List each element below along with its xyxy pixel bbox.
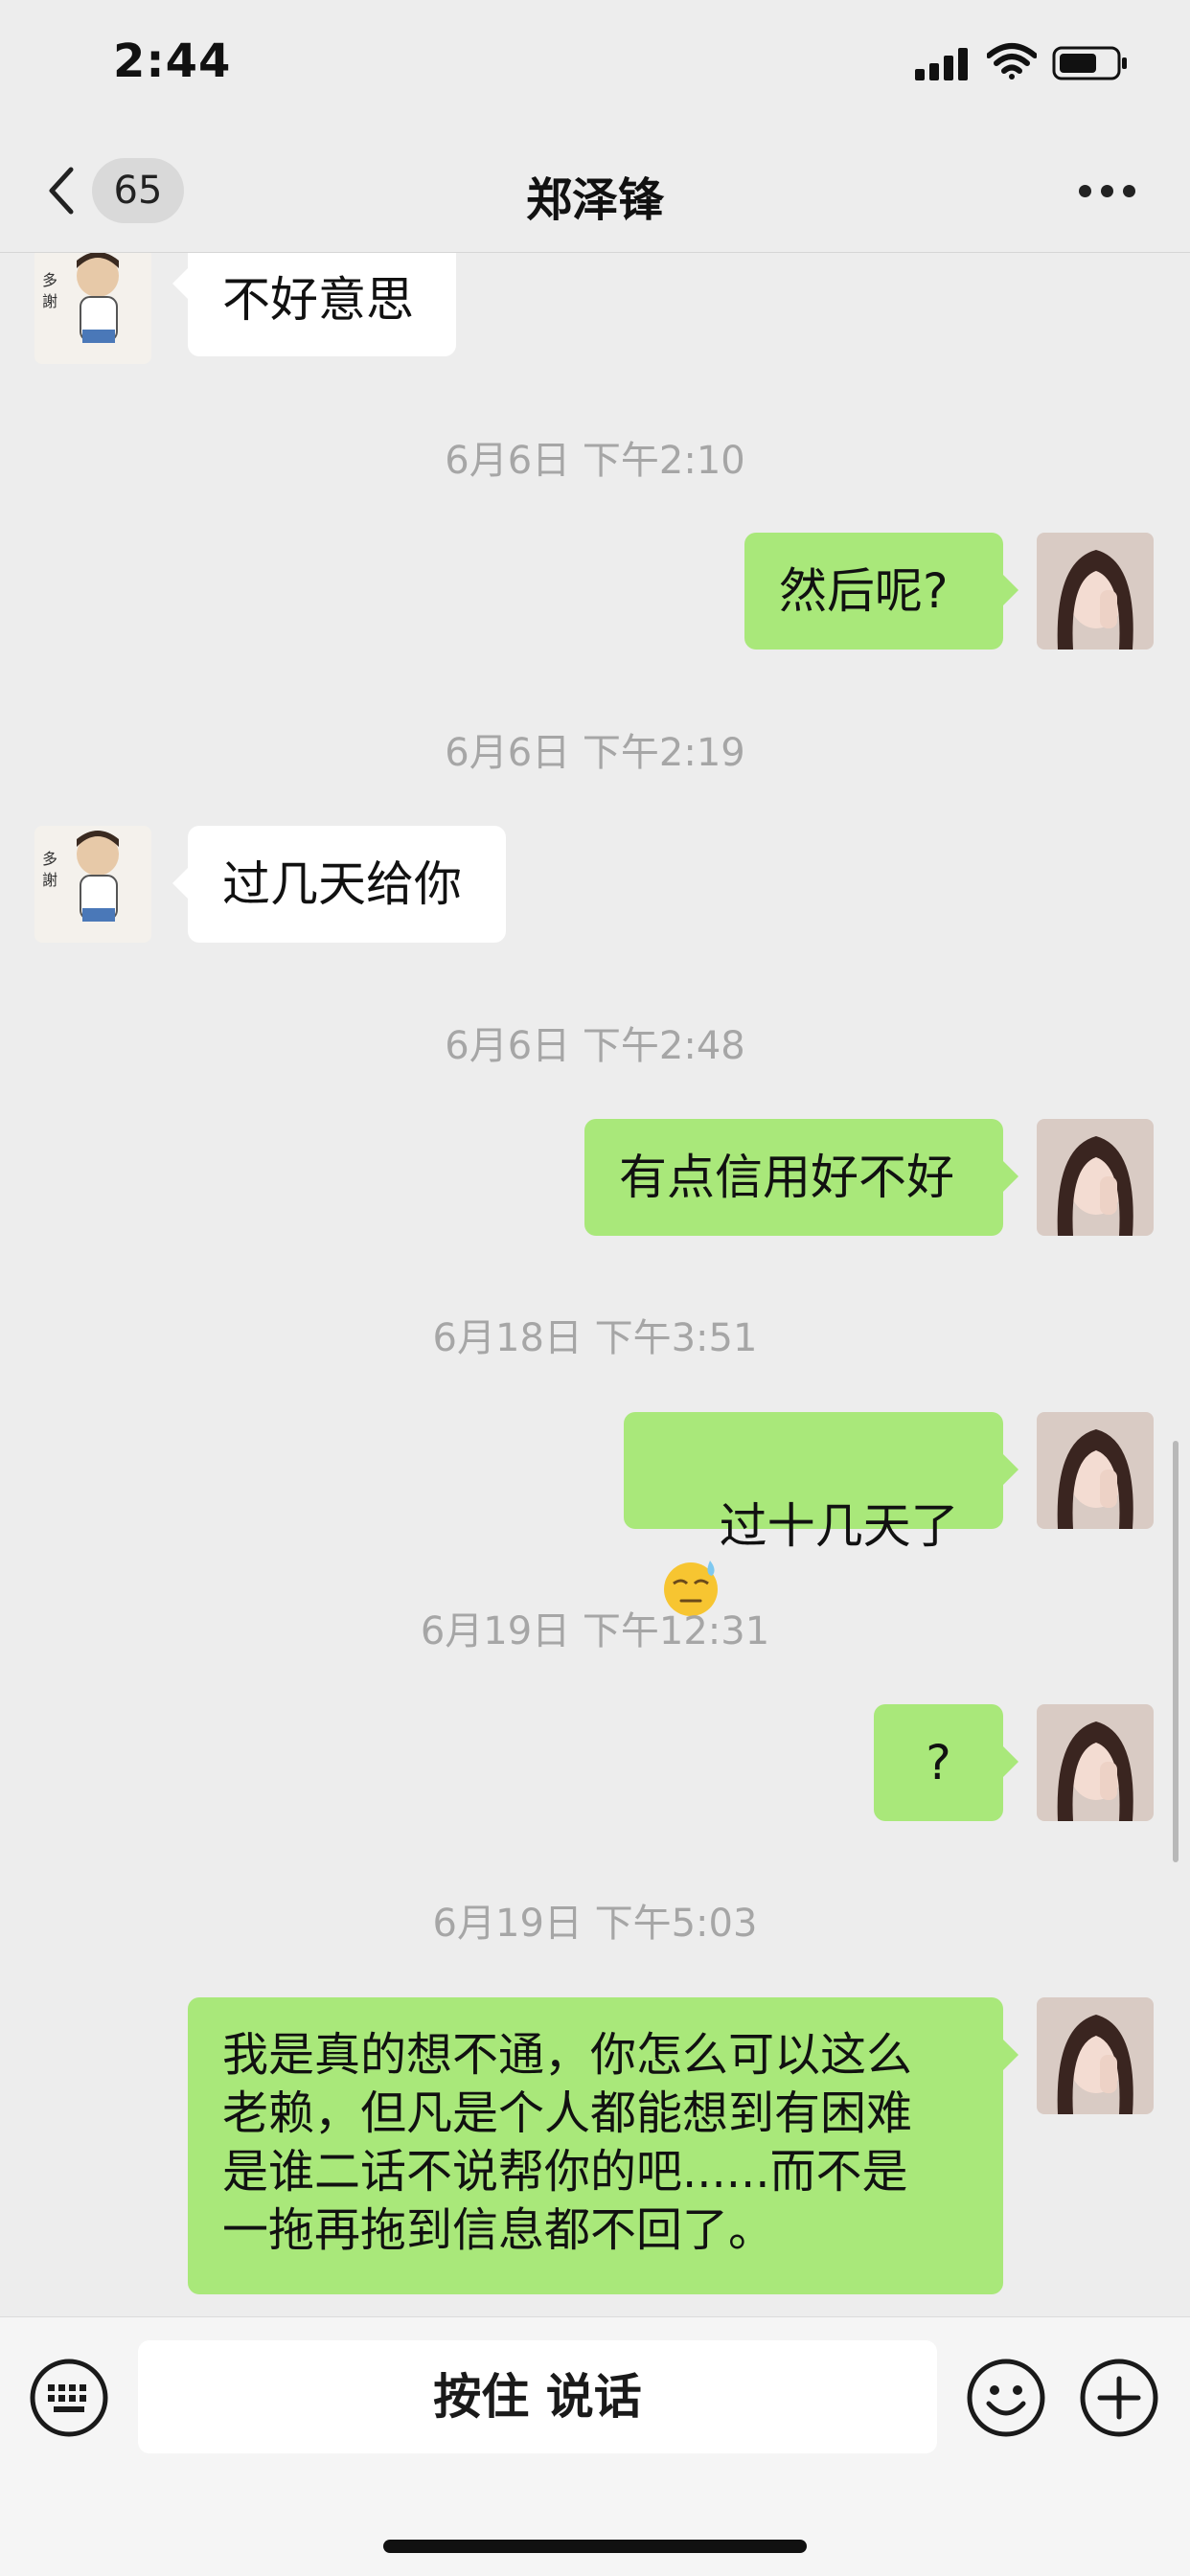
status-time: 2:44 (113, 34, 232, 88)
cellular-signal-icon (915, 48, 969, 80)
svg-text:謝: 謝 (42, 871, 57, 889)
more-icon[interactable] (1079, 185, 1136, 200)
svg-text:謝: 謝 (42, 292, 57, 310)
hold-to-talk-button[interactable]: 按住 说话 (138, 2340, 937, 2453)
message-timestamp: 6月18日 下午3:51 (432, 1316, 758, 1360)
keyboard-icon[interactable] (29, 2358, 109, 2438)
message-timestamp: 6月19日 下午5:03 (432, 1902, 758, 1946)
message-timestamp: 6月6日 下午2:10 (445, 439, 745, 483)
chat-title: 郑泽锋 (525, 173, 664, 227)
message-bubble[interactable]: 然后呢? (744, 533, 1018, 650)
contact-avatar[interactable]: 多 謝 (34, 826, 151, 943)
battery-icon (1052, 46, 1127, 80)
input-bar: 按住 说话 (0, 2316, 1190, 2576)
chat-message-list[interactable]: 多 謝 不好意思 6月6日 下午2:10 然后呢? 6月6日 下午2:19 多 … (0, 253, 1190, 2316)
wifi-icon (987, 43, 1037, 80)
message-bubble[interactable]: 过几天给你 (172, 826, 506, 943)
my-avatar[interactable] (1037, 1997, 1154, 2114)
scrollbar[interactable] (1173, 1441, 1179, 1862)
svg-text:多: 多 (42, 271, 57, 289)
message-bubble[interactable]: 我是真的想不通，你怎么可以这么 老赖，但凡是个人都能想到有困难 是谁二话不说帮你… (188, 1997, 1018, 2294)
message-timestamp: 6月6日 下午2:48 (445, 1024, 745, 1068)
contact-avatar[interactable]: 多 謝 (34, 253, 151, 364)
message-timestamp: 6月6日 下午2:19 (445, 731, 745, 775)
my-avatar[interactable] (1037, 1412, 1154, 1529)
svg-text:多: 多 (42, 850, 57, 868)
message-text: 过十几天了 (719, 1498, 959, 1554)
my-avatar[interactable] (1037, 533, 1154, 650)
message-bubble[interactable]: 过十几天了 (624, 1412, 1018, 1616)
chat-header: 65 郑泽锋 (0, 129, 1190, 253)
my-avatar[interactable] (1037, 1704, 1154, 1821)
plus-icon[interactable] (1079, 2358, 1159, 2438)
my-avatar[interactable] (1037, 1119, 1154, 1236)
message-bubble[interactable]: ? (874, 1704, 1018, 1821)
status-bar: 2:44 (0, 0, 1190, 129)
message-bubble[interactable]: 不好意思 (172, 253, 456, 356)
smile-icon[interactable] (966, 2358, 1046, 2438)
message-bubble[interactable]: 有点信用好不好 (584, 1119, 1018, 1236)
home-indicator[interactable] (383, 2540, 807, 2553)
message-timestamp: 6月19日 下午12:31 (420, 1609, 770, 1653)
